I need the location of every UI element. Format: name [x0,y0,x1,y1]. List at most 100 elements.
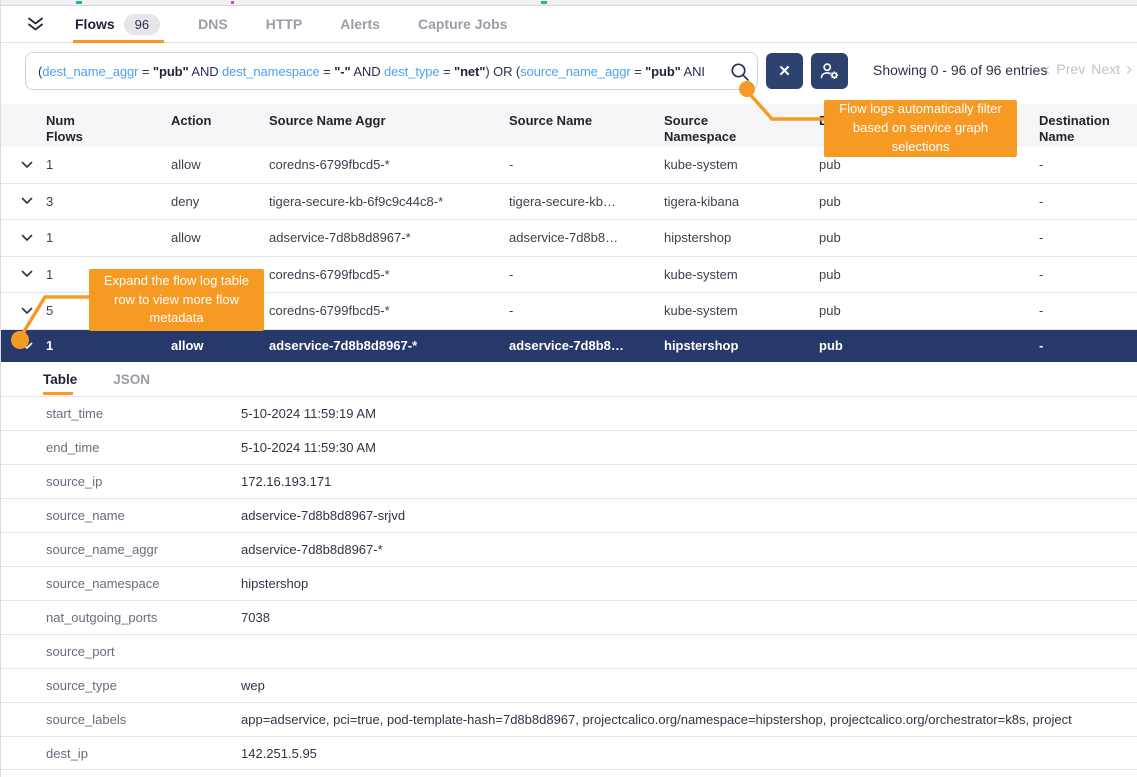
tab-dns[interactable]: DNS [198,6,228,42]
expand-cell[interactable] [21,234,46,242]
header-num-flows[interactable]: Num Flows [46,113,94,146]
detail-key: end_time [46,440,241,455]
detail-tab-table[interactable]: Table [43,366,77,393]
detail-row: source_typewep [1,668,1137,702]
flow-table-row[interactable]: 1allowadservice-7d8b8d8967-*adservice-7d… [1,220,1137,257]
query-text: = [631,64,646,79]
dest-name-aggr-cell: pub [819,230,1039,245]
user-gear-icon [819,61,840,81]
callout-expand-tip: Expand the flow log table row to view mo… [89,269,264,331]
graph-fragment [76,1,82,4]
collapse-panel-button[interactable] [23,12,47,36]
chevron-left-icon[interactable]: ‹ [1044,62,1050,76]
source-name-cell: adservice-7d8b8… [509,230,664,245]
tab-alerts[interactable]: Alerts [340,6,380,42]
num-flows-cell: 1 [46,157,171,172]
tab-http[interactable]: HTTP [266,6,303,42]
header-action[interactable]: Action [171,113,269,129]
detail-row: source_labelsapp=adservice, pci=true, po… [1,702,1137,736]
query-text: = [320,64,335,79]
dest-name-cell: - [1039,303,1137,318]
source-name-cell: tigera-secure-kb… [509,194,664,209]
source-name-aggr-cell: coredns-6799fbcd5-* [269,303,509,318]
tab-flows[interactable]: Flows96 [75,6,160,42]
row-expand-chevron-icon[interactable] [21,234,33,242]
query-text: AND [351,64,384,79]
expand-cell[interactable] [21,161,46,169]
detail-row: source_nameadservice-7d8b8d8967-srjvd [1,498,1137,532]
callout-text: Flow logs automatically filter based on … [832,100,1009,157]
row-expand-chevron-icon[interactable] [21,342,33,350]
num-flows-cell: 1 [46,230,171,245]
detail-row: dest_ip142.251.5.95 [1,736,1137,770]
query-value: "-" [334,64,350,79]
pagination-status: Showing 0 - 96 of 96 entries [873,62,1047,78]
flow-table-row[interactable]: 3denytigera-secure-kb-6f9c9c44c8-*tigera… [1,184,1137,221]
query-field: dest_namespace [222,64,320,79]
num-flows-cell: 1 [46,338,171,353]
expand-cell[interactable] [21,342,46,350]
detail-value: wep [241,678,1137,693]
graph-fragment [231,1,234,4]
detail-key: source_ip [46,474,241,489]
dest-name-cell: - [1039,267,1137,282]
detail-key: dest_ip [46,746,241,761]
flow-table-row[interactable]: 1allowadservice-7d8b8d8967-*adservice-7d… [1,330,1137,362]
tabs-container: Flows96 DNS HTTP Alerts Capture Jobs [75,6,507,42]
header-source-name-aggr[interactable]: Source Name Aggr [269,113,509,129]
filter-toolbar: (dest_name_aggr = "pub" AND dest_namespa… [1,48,1137,92]
query-value: "net" [454,64,485,79]
source-name-cell: - [509,267,664,282]
detail-key: source_port [46,644,241,659]
query-field: source_name_aggr [520,64,630,79]
tab-label: Alerts [340,16,380,32]
source-name-cell: - [509,157,664,172]
source-namespace-cell: kube-system [664,157,819,172]
detail-row: start_time5-10-2024 11:59:19 AM [1,396,1137,430]
action-cell: allow [171,338,269,353]
query-text: = [440,64,455,79]
detail-key: source_name [46,508,241,523]
query-value: "pub" [153,64,189,79]
query-text: AND [189,64,222,79]
source-name-aggr-cell: coredns-6799fbcd5-* [269,267,509,282]
row-expand-chevron-icon[interactable] [21,307,33,315]
source-name-cell: - [509,303,664,318]
expand-cell[interactable] [21,197,46,205]
tab-label: HTTP [266,16,303,32]
row-expand-chevron-icon[interactable] [21,161,33,169]
source-name-aggr-cell: tigera-secure-kb-6f9c9c44c8-* [269,194,509,209]
detail-value: 5-10-2024 11:59:19 AM [241,406,1137,421]
prev-button[interactable]: Prev [1056,61,1085,77]
detail-row: nat_outgoing_ports7038 [1,600,1137,634]
num-flows-cell: 3 [46,194,171,209]
detail-row: source_port [1,634,1137,668]
filter-query-input[interactable]: (dest_name_aggr = "pub" AND dest_namespa… [25,52,758,90]
next-button[interactable]: Next [1091,61,1120,77]
expand-cell[interactable] [21,270,46,278]
tab-capture-jobs[interactable]: Capture Jobs [418,6,507,42]
search-icon[interactable] [729,61,751,83]
expand-cell[interactable] [21,307,46,315]
source-namespace-cell: tigera-kibana [664,194,819,209]
source-namespace-cell: kube-system [664,267,819,282]
chevron-right-icon[interactable]: › [1126,62,1132,76]
dest-name-aggr-cell: pub [819,194,1039,209]
header-destination-name[interactable]: Destination Name [1039,113,1125,146]
query-field: dest_name_aggr [42,64,138,79]
tab-label: Flows [75,16,115,32]
detail-key: start_time [46,406,241,421]
header-source-namespace[interactable]: Source Namespace [664,113,750,146]
filter-query-text: (dest_name_aggr = "pub" AND dest_namespa… [38,64,705,79]
dest-name-aggr-cell: pub [819,157,1039,172]
detail-value: app=adservice, pci=true, pod-template-ha… [241,712,1137,727]
clear-filter-button[interactable]: ✕ [766,53,803,89]
callout-text: Expand the flow log table row to view mo… [97,272,256,329]
action-cell: allow [171,157,269,172]
user-settings-button[interactable] [811,53,848,89]
row-expand-chevron-icon[interactable] [21,197,33,205]
header-source-name[interactable]: Source Name [509,113,664,129]
row-expand-chevron-icon[interactable] [21,270,33,278]
detail-tab-json[interactable]: JSON [113,366,150,393]
source-namespace-cell: hipstershop [664,338,819,353]
